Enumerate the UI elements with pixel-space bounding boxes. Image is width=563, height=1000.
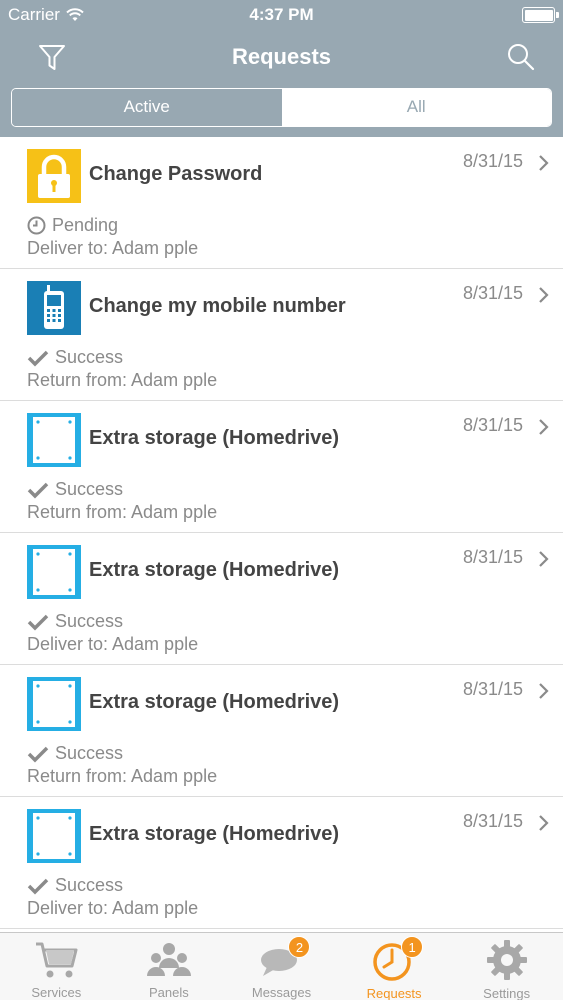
messages-badge: 2 (288, 936, 311, 958)
status-label: Success (55, 479, 124, 499)
request-title: Extra storage (Homedrive) (89, 427, 340, 449)
chevron-right-icon (539, 419, 549, 435)
request-detail: Deliver to: Adam pple (27, 238, 199, 258)
tab-label: Requests (366, 986, 422, 1000)
checkmark-icon (27, 878, 49, 894)
status-label: Success (55, 875, 124, 895)
tab-bar: Services Panels 2 Messages 1 Requests Se… (0, 932, 563, 1000)
request-row[interactable]: Change Password 8/31/15 Pending Deliver … (0, 137, 563, 269)
storage-drive-icon (27, 545, 81, 599)
request-date: 8/31/15 (462, 811, 523, 831)
request-title: Extra storage (Homedrive) (89, 823, 340, 845)
cart-icon (31, 938, 81, 981)
request-status: Success (27, 479, 123, 500)
request-row[interactable]: Change my mobile number 8/31/15 Success … (0, 269, 563, 401)
checkmark-icon (27, 350, 49, 366)
request-row[interactable]: Extra storage (Homedrive) 8/31/15 Succes… (0, 401, 563, 533)
request-status: Success (27, 875, 123, 896)
request-detail: Deliver to: Adam pple (27, 898, 199, 918)
tab-requests[interactable]: 1 Requests (338, 933, 451, 1000)
segmented-control: Active All (11, 88, 552, 127)
people-icon (144, 938, 194, 981)
chevron-right-icon (539, 683, 549, 699)
chevron-right-icon (539, 155, 549, 171)
request-date: 8/31/15 (462, 415, 523, 435)
search-icon (508, 44, 535, 71)
clock-icon: 1 (369, 936, 424, 982)
gear-icon (482, 938, 532, 982)
checkmark-icon (27, 746, 49, 762)
status-label: Pending (52, 215, 119, 235)
tab-label: Messages (251, 985, 312, 1000)
segment-active[interactable]: Active (12, 89, 282, 126)
request-detail: Return from: Adam pple (27, 370, 218, 390)
request-row[interactable]: Extra storage (Homedrive) 8/31/15 Succes… (0, 797, 563, 929)
request-title: Extra storage (Homedrive) (89, 559, 340, 581)
tab-label: Panels (149, 985, 189, 1000)
request-title: Change my mobile number (89, 295, 346, 317)
request-date: 8/31/15 (462, 283, 523, 303)
checkmark-icon (27, 614, 49, 630)
chevron-right-icon (539, 287, 549, 303)
request-title: Change Password (89, 163, 263, 185)
chevron-right-icon (539, 815, 549, 831)
request-detail: Return from: Adam pple (27, 766, 218, 786)
header: Carrier 4:37 PM Requests Active All (0, 0, 563, 137)
request-detail: Deliver to: Adam pple (27, 634, 199, 654)
checkmark-icon (27, 482, 49, 498)
request-date: 8/31/15 (462, 547, 523, 567)
status-label: Success (55, 743, 124, 763)
request-date: 8/31/15 (462, 679, 523, 699)
storage-drive-icon (27, 413, 81, 467)
status-bar: Carrier 4:37 PM (0, 0, 563, 30)
tab-messages[interactable]: 2 Messages (225, 933, 338, 1000)
requests-list: Change Password 8/31/15 Pending Deliver … (0, 137, 563, 929)
clock-time: 4:37 PM (249, 5, 314, 24)
request-row[interactable]: Extra storage (Homedrive) 8/31/15 Succes… (0, 665, 563, 797)
request-date: 8/31/15 (462, 151, 523, 171)
request-row[interactable]: Extra storage (Homedrive) 8/31/15 Succes… (0, 533, 563, 665)
storage-drive-icon (27, 677, 81, 731)
lock-icon (27, 149, 81, 203)
chevron-right-icon (539, 551, 549, 567)
request-status: Success (27, 611, 123, 632)
storage-drive-icon (27, 809, 81, 863)
mobile-phone-icon (27, 281, 81, 335)
request-detail: Return from: Adam pple (27, 502, 218, 522)
tab-settings[interactable]: Settings (450, 933, 563, 1000)
request-title: Extra storage (Homedrive) (89, 691, 340, 713)
chat-bubble-icon: 2 (256, 936, 311, 981)
status-label: Success (55, 347, 124, 367)
tab-label: Settings (483, 986, 531, 1000)
requests-badge: 1 (401, 936, 424, 958)
segment-all[interactable]: All (281, 89, 551, 126)
tab-label: Services (31, 985, 82, 1000)
status-label: Success (55, 611, 124, 631)
clock-icon (27, 216, 46, 235)
tab-panels[interactable]: Panels (113, 933, 226, 1000)
battery-icon (522, 7, 559, 23)
nav-bar: Requests (0, 30, 563, 86)
search-button[interactable] (505, 41, 537, 73)
request-status: Success (27, 743, 123, 764)
page-title: Requests (231, 44, 332, 69)
request-status: Success (27, 347, 123, 368)
tab-services[interactable]: Services (0, 933, 113, 1000)
request-status: Pending (27, 215, 118, 236)
